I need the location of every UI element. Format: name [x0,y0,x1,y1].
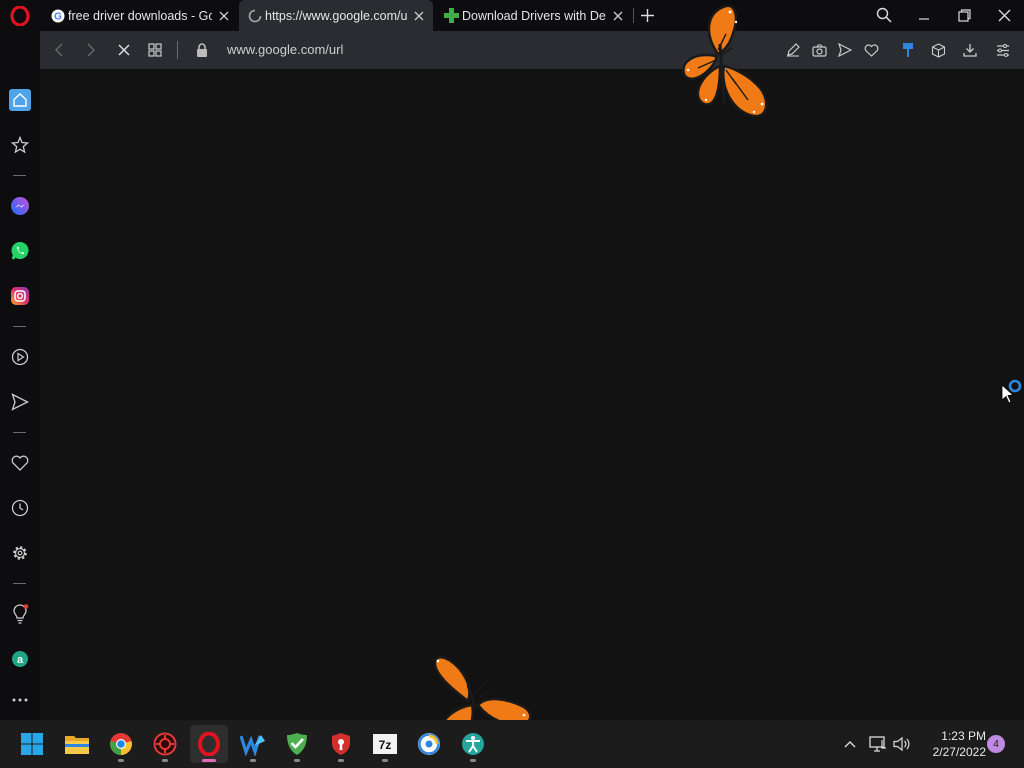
bookmark-heart-icon[interactable] [861,40,881,60]
start-button[interactable] [13,725,51,763]
running-indicator [250,759,256,762]
back-button[interactable] [49,40,69,60]
page-content [40,69,1024,720]
tab-grid-icon[interactable] [145,40,165,60]
chrome-icon[interactable] [102,725,140,763]
sidebar-divider [13,583,26,584]
sidebar-divider [13,175,26,176]
minimize-button[interactable] [911,4,937,26]
system-clock[interactable]: 1:23 PM 2/27/2022 [918,728,986,760]
running-indicator [162,759,168,762]
amazon-app-icon[interactable]: a [9,648,31,670]
file-explorer-icon[interactable] [58,725,96,763]
device-doctor-icon [444,8,459,23]
svg-text:G: G [54,11,62,22]
whatsapp-icon[interactable] [9,240,31,262]
extensions-cube-icon[interactable] [928,40,948,60]
sidebar-divider [13,432,26,433]
messenger-icon[interactable] [9,195,31,217]
easy-setup-icon[interactable] [783,40,803,60]
notification-badge[interactable]: 4 [987,735,1005,753]
tab-strip: G free driver downloads - Google Search … [0,0,1024,31]
opera-menu-icon[interactable] [10,5,30,27]
toolbar-divider [177,41,178,59]
accessibility-app-icon[interactable] [454,725,492,763]
adguard-icon[interactable] [278,725,316,763]
sidebar-divider [13,326,26,327]
butterfly-decoration-icon [682,4,768,118]
waterfox-icon[interactable] [234,725,272,763]
stop-loading-button[interactable] [114,40,134,60]
close-tab-icon[interactable] [411,8,427,24]
tab-divider [633,8,634,23]
google-icon: G [50,8,65,23]
running-indicator [202,759,216,762]
snapshot-camera-icon[interactable] [809,40,829,60]
opera-taskbar-icon[interactable] [190,725,228,763]
loading-spinner-icon [247,8,262,23]
settings-gear-icon[interactable] [9,542,31,564]
bookmarks-heart-icon[interactable] [9,452,31,474]
address-field[interactable]: www.google.com/url [227,42,343,57]
running-indicator [294,759,300,762]
tab-search-icon[interactable] [871,4,897,26]
tab-title: free driver downloads - Google Search [68,8,212,23]
show-hidden-icons-chevron-icon[interactable] [840,734,860,754]
tab-title: https://www.google.com/url?q= [265,8,407,23]
tab-google-url[interactable]: https://www.google.com/url?q= [239,0,433,31]
running-indicator [382,759,388,762]
sidebar: a [0,31,40,720]
running-indicator [338,759,344,762]
tab-title: Download Drivers with Device Doctor [462,8,606,23]
restore-button[interactable] [951,4,977,26]
tab-google-search[interactable]: G free driver downloads - Google Search [42,0,238,31]
svg-text:7z: 7z [379,738,392,752]
my-flow-send-icon[interactable] [9,391,31,413]
network-icon[interactable] [868,734,888,754]
lock-icon[interactable] [192,40,212,60]
pinboards-icon[interactable] [9,134,31,156]
new-tab-button[interactable] [638,6,656,24]
more-options-icon[interactable] [9,689,31,711]
extension-icon[interactable] [898,40,918,60]
busy-cursor-icon [1001,379,1022,404]
speed-dial-home-icon[interactable] [9,89,31,111]
tips-lightbulb-icon[interactable] [9,603,31,625]
instagram-icon[interactable] [9,285,31,307]
history-clock-icon[interactable] [9,497,31,519]
volume-icon[interactable] [892,734,912,754]
running-indicator [470,759,476,762]
easy-setup-sliders-icon[interactable] [993,40,1013,60]
browser-app-icon[interactable] [410,725,448,763]
forward-button[interactable] [81,40,101,60]
security-shield-icon[interactable] [322,725,360,763]
gaming-app-icon[interactable] [146,725,184,763]
close-window-button[interactable] [991,4,1017,26]
player-icon[interactable] [9,346,31,368]
taskbar: 7z 1:23 PM 2/27/2022 [0,720,1024,768]
svg-text:a: a [17,654,24,666]
downloads-icon[interactable] [960,40,980,60]
running-indicator [118,759,124,762]
close-tab-icon[interactable] [216,8,232,24]
clock-date: 2/27/2022 [932,745,986,759]
send-icon[interactable] [835,40,855,60]
7zip-icon[interactable]: 7z [366,725,404,763]
clock-time: 1:23 PM [941,729,986,743]
tab-device-doctor[interactable]: Download Drivers with Device Doctor [436,0,632,31]
close-tab-icon[interactable] [610,8,626,24]
address-toolbar: www.google.com/url [40,31,1024,69]
